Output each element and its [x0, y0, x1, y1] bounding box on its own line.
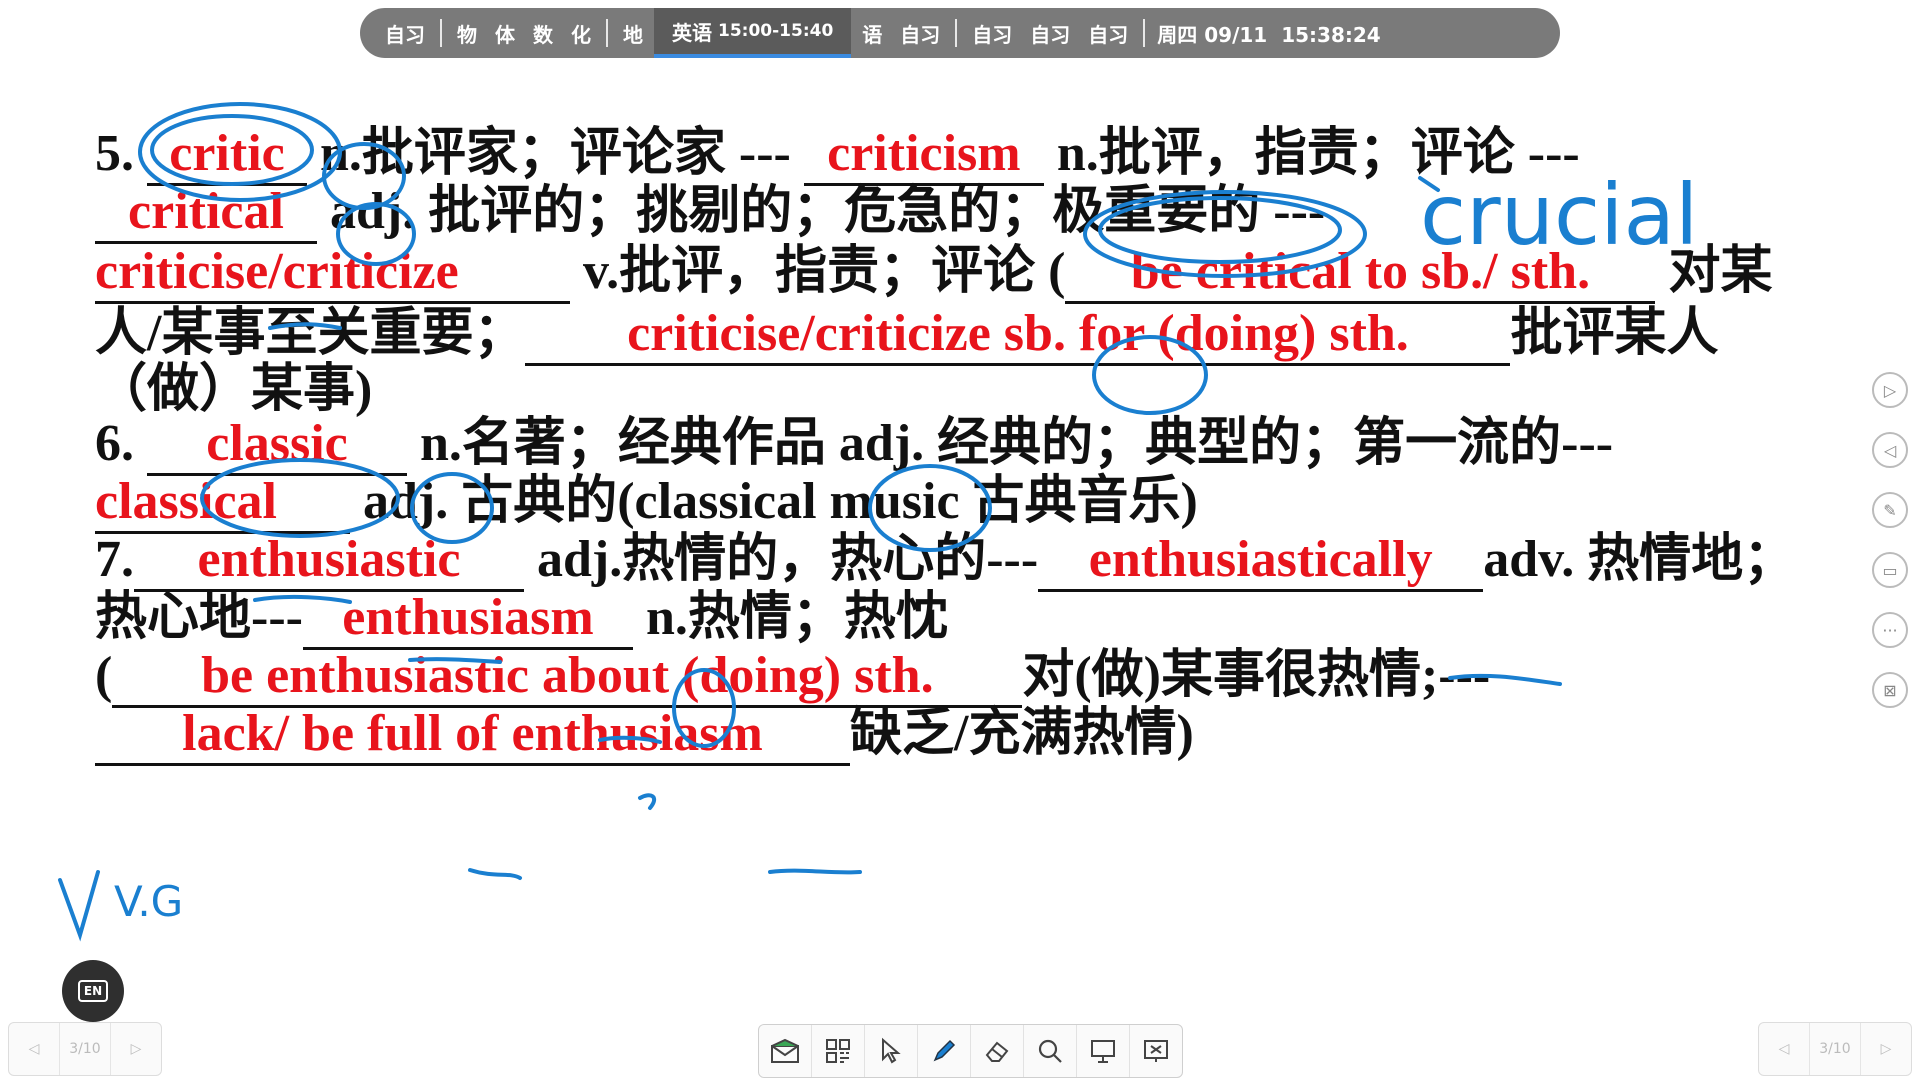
period-geography[interactable]: 地 — [614, 19, 652, 48]
ink-curl — [638, 793, 657, 810]
left-pager: ◁ 3/10 ▷ — [8, 1022, 162, 1076]
date-label: 周四 09/11 — [1157, 22, 1268, 47]
prev-page-icon[interactable]: ◁ — [1872, 432, 1908, 468]
definition-highlight: 极重要的 — [1052, 183, 1261, 240]
period-self-study-2[interactable]: 自习 — [891, 19, 949, 48]
current-period-english[interactable]: 英语 15:00-15:40 — [654, 8, 852, 58]
divider — [1143, 19, 1146, 47]
period-self-study-4[interactable]: 自习 — [1021, 19, 1079, 48]
vocab-line-3: criticise/criticize v.批评，指责；评论 (be criti… — [95, 238, 1772, 306]
answer-critic: critic — [147, 125, 307, 186]
definition-text: n.名著；经典作品 adj. 经典的；典型的；第一流的--- — [407, 415, 1614, 472]
more-icon[interactable]: ··· — [1872, 612, 1908, 648]
definition-text: --- — [1260, 183, 1326, 240]
schedule-bar: 自习 物 体 数 化 地 英语 15:00-15:40 语 自习 自习 自习 自… — [360, 8, 1560, 58]
language-button[interactable]: EN — [62, 960, 124, 1022]
answer-be-enthusiastic-about: be enthusiastic about (doing) sth. — [112, 647, 1023, 708]
period-chemistry[interactable]: 化 — [562, 19, 600, 48]
period-chinese[interactable]: 语 — [853, 19, 891, 48]
ink-v-mark — [58, 870, 100, 942]
item-number: 6. — [95, 415, 147, 472]
answer-lack-be-full-of: lack/ be full of enthusiasm — [95, 705, 850, 766]
definition-text: adj. 批评的；挑剔的；危急的； — [330, 183, 1053, 240]
date-time: 周四 09/11 15:38:24 — [1157, 19, 1380, 48]
definition-text: 热心地--- — [95, 589, 303, 646]
definition-text: 对某 — [1655, 243, 1773, 300]
period-self-study-5[interactable]: 自习 — [1079, 19, 1137, 48]
definition-text: adj.热情的，热心的--- — [524, 531, 1039, 588]
definition-text: 批评某人 — [1510, 305, 1719, 362]
right-pager: ◁ 3/10 ▷ — [1758, 1022, 1912, 1076]
pen-off-icon[interactable]: ✎ — [1872, 492, 1908, 528]
apps-grid-icon[interactable] — [812, 1025, 865, 1077]
page-indicator[interactable]: 3/10 — [60, 1023, 111, 1075]
handwritten-note: V.G — [114, 877, 183, 926]
definition-text: 对(做)某事很热情;--- — [1022, 647, 1491, 704]
divider — [440, 19, 442, 47]
pen-icon[interactable] — [918, 1025, 971, 1077]
answer-enthusiastic: enthusiastic — [134, 531, 524, 592]
vocab-line-11: lack/ be full of enthusiasm 缺乏/充满热情) — [95, 700, 1194, 768]
prev-page-button[interactable]: ◁ — [9, 1023, 60, 1075]
next-page-icon[interactable]: ▷ — [1872, 372, 1908, 408]
definition-text: n.批评，指责；评论 --- — [1056, 125, 1580, 182]
magnifier-icon[interactable] — [1024, 1025, 1077, 1077]
whiteboard-icon[interactable] — [1077, 1025, 1130, 1077]
definition-text: ( — [95, 647, 113, 704]
vocab-line-2: critical adj. 批评的；挑剔的；危急的；极重要的 --- — [95, 178, 1325, 246]
answer-criticize-sb-for: criticise/criticize sb. for (doing) sth. — [525, 305, 1511, 366]
item-number: 5. — [95, 125, 134, 182]
ink-underline — [468, 868, 522, 880]
select-cursor-icon[interactable] — [865, 1025, 918, 1077]
time-label: 15:38:24 — [1281, 22, 1381, 47]
next-page-button[interactable]: ▷ — [1861, 1023, 1911, 1075]
period-self-study-3[interactable]: 自习 — [963, 19, 1021, 48]
bottom-toolbar — [758, 1024, 1183, 1078]
close-screen-icon[interactable]: ⊠ — [1872, 672, 1908, 708]
definition-text: n.批评家；评论家 --- — [320, 125, 791, 182]
definition-text: 缺乏/充满热情) — [850, 705, 1194, 762]
envelope-icon[interactable] — [759, 1025, 812, 1077]
prev-page-button[interactable]: ◁ — [1759, 1023, 1810, 1075]
answer-classic: classic — [147, 415, 407, 476]
item-number: 7. — [95, 531, 134, 588]
next-page-button[interactable]: ▷ — [111, 1023, 161, 1075]
ink-underline — [768, 868, 862, 875]
period-self-study-1[interactable]: 自习 — [376, 19, 434, 48]
answer-enthusiasm: enthusiasm — [302, 589, 633, 650]
definition-text: n.热情；热忱 — [632, 589, 948, 646]
answer-criticism: criticism — [803, 125, 1044, 186]
page-indicator[interactable]: 3/10 — [1810, 1023, 1861, 1075]
answer-be-critical-to: be critical to sb./ sth. — [1065, 243, 1656, 304]
current-subject: 英语 — [672, 20, 712, 45]
definition-text: v.批评，指责；评论 ( — [583, 243, 1066, 300]
answer-criticize: criticise/criticize — [95, 243, 570, 304]
definition-text: adv. 热情地； — [1483, 531, 1796, 588]
eraser-icon[interactable] — [971, 1025, 1024, 1077]
answer-classical: classical — [95, 473, 350, 534]
answer-critical: critical — [95, 183, 317, 244]
period-pe[interactable]: 体 — [486, 19, 524, 48]
divider — [955, 19, 958, 47]
definition-text: adj. 古典的(classical music 古典音乐) — [350, 473, 1198, 530]
language-label: EN — [77, 980, 109, 1002]
period-math[interactable]: 数 — [524, 19, 562, 48]
period-physics[interactable]: 物 — [448, 19, 486, 48]
definition-text: 人/某事至关重要； — [95, 305, 526, 362]
current-time-range: 15:00-15:40 — [718, 21, 834, 41]
screen-icon[interactable]: ▭ — [1872, 552, 1908, 588]
presentation-icon[interactable] — [1130, 1025, 1182, 1077]
divider — [606, 19, 608, 47]
answer-enthusiastically: enthusiastically — [1038, 531, 1484, 592]
